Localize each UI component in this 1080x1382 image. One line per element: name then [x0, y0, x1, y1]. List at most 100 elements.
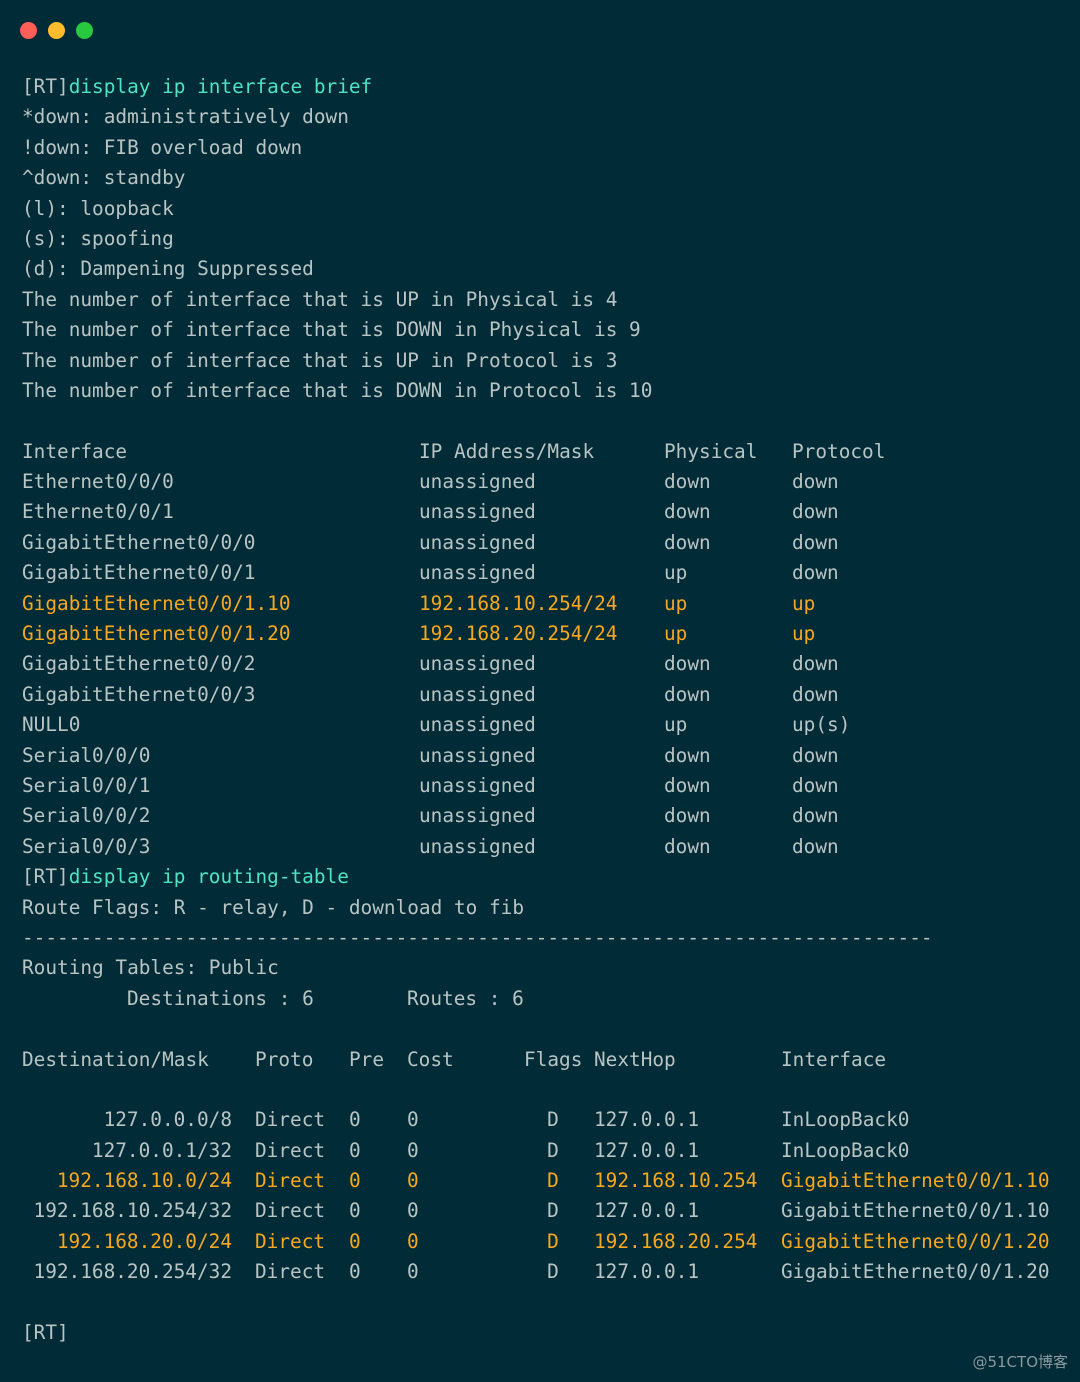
legend-line: (s): spoofing	[22, 226, 174, 250]
route-cell-proto: Direct	[255, 1108, 326, 1132]
route-cell-interface: InLoopBack0	[781, 1138, 910, 1162]
iface-cell-protocol: down	[792, 773, 839, 797]
legend-line: ^down: standby	[22, 166, 186, 190]
route-cell-cost: 0	[407, 1169, 419, 1193]
iface-table-row: GigabitEthernet0/0/1 unassigned up down	[22, 558, 1062, 588]
route-cell-nexthop: 127.0.0.1	[594, 1138, 700, 1162]
iface-table-row: Ethernet0/0/0 unassigned down down	[22, 467, 1062, 497]
iface-table-row: Serial0/0/1 unassigned down down	[22, 771, 1062, 801]
route-cell-pre: 0	[349, 1199, 361, 1223]
iface-cell-physical: down	[664, 834, 711, 858]
iface-cell-physical: down	[664, 773, 711, 797]
route-cell-cost: 0	[407, 1108, 419, 1132]
iface-cell-ip: unassigned	[419, 530, 536, 554]
route-cell-nexthop: 192.168.20.254	[594, 1229, 758, 1253]
maximize-window-button[interactable]	[76, 22, 93, 39]
route-header-cost: Cost	[407, 1047, 454, 1071]
iface-cell-physical: up	[664, 561, 688, 585]
legend-line: The number of interface that is UP in Ph…	[22, 287, 618, 311]
separator-line: ----------------------------------------…	[22, 925, 933, 949]
iface-cell-interface: GigabitEthernet0/0/1.20	[22, 622, 291, 646]
iface-table-row: Serial0/0/0 unassigned down down	[22, 741, 1062, 771]
close-window-button[interactable]	[20, 22, 37, 39]
route-table-row: 127.0.0.0/8 Direct 0 0 D 127.0.0.1 InLoopBack0	[22, 1105, 1062, 1135]
iface-cell-ip: unassigned	[419, 773, 536, 797]
iface-cell-protocol: down	[792, 743, 839, 767]
route-cell-pre: 0	[349, 1138, 361, 1162]
final-prompt: [RT]	[22, 1321, 69, 1345]
window-controls	[20, 22, 93, 39]
iface-table-row: GigabitEthernet0/0/2 unassigned down down	[22, 649, 1062, 679]
legend-line: (l): loopback	[22, 196, 174, 220]
iface-table-row: Serial0/0/3 unassigned down down	[22, 832, 1062, 862]
iface-header-interface: Interface	[22, 439, 128, 463]
route-header-proto: Proto	[255, 1047, 314, 1071]
route-cell-destination: 192.168.10.254/32	[33, 1199, 232, 1223]
iface-table-row: Ethernet0/0/1 unassigned down down	[22, 497, 1062, 527]
iface-table-row: Serial0/0/2 unassigned down down	[22, 801, 1062, 831]
iface-cell-interface: Serial0/0/1	[22, 773, 151, 797]
route-cell-proto: Direct	[255, 1260, 326, 1284]
route-cell-cost: 0	[407, 1229, 419, 1253]
iface-table-row: NULL0 unassigned up up(s)	[22, 710, 1062, 740]
iface-cell-protocol: down	[792, 652, 839, 676]
iface-header-physical: Physical	[664, 439, 758, 463]
route-cell-pre: 0	[349, 1260, 361, 1284]
routes-count: Routes : 6	[407, 986, 524, 1010]
route-cell-proto: Direct	[255, 1138, 326, 1162]
destinations-routes-line: Destinations : 6 Routes : 6	[22, 984, 1062, 1014]
iface-cell-protocol: down	[792, 470, 839, 494]
iface-cell-physical: down	[664, 500, 711, 524]
iface-cell-protocol: down	[792, 530, 839, 554]
route-table-row: 192.168.10.0/24 Direct 0 0 D 192.168.10.254 Gi…	[22, 1166, 1062, 1196]
iface-cell-physical: down	[664, 804, 711, 828]
iface-cell-ip: 192.168.10.254/24	[419, 591, 618, 615]
route-cell-flags: D	[547, 1260, 559, 1284]
iface-cell-ip: unassigned	[419, 713, 536, 737]
route-table-row: 127.0.0.1/32 Direct 0 0 D 127.0.0.1 InLoopBack…	[22, 1136, 1062, 1166]
iface-cell-ip: unassigned	[419, 743, 536, 767]
route-cell-flags: D	[547, 1169, 559, 1193]
minimize-window-button[interactable]	[48, 22, 65, 39]
route-table-header: Destination/Mask Proto Pre Cost Flags Ne…	[22, 1045, 1062, 1075]
legend-line: The number of interface that is DOWN in …	[22, 318, 641, 342]
iface-cell-interface: GigabitEthernet0/0/1.10	[22, 591, 291, 615]
route-cell-flags: D	[547, 1138, 559, 1162]
iface-cell-interface: GigabitEthernet0/0/2	[22, 652, 256, 676]
route-cell-destination: 192.168.20.254/32	[33, 1260, 232, 1284]
iface-cell-protocol: up(s)	[792, 713, 851, 737]
iface-cell-ip: unassigned	[419, 470, 536, 494]
iface-cell-protocol: down	[792, 500, 839, 524]
route-cell-interface: InLoopBack0	[781, 1108, 910, 1132]
iface-cell-ip: 192.168.20.254/24	[419, 622, 618, 646]
command-line-1: [RT]display ip interface brief	[22, 72, 1062, 102]
route-cell-pre: 0	[349, 1169, 361, 1193]
iface-header-ip: IP Address/Mask	[419, 439, 595, 463]
route-table-row: 192.168.20.254/32 Direct 0 0 D 127.0.0.1 Gigab…	[22, 1257, 1062, 1287]
iface-cell-ip: unassigned	[419, 561, 536, 585]
iface-cell-physical: down	[664, 682, 711, 706]
route-cell-nexthop: 127.0.0.1	[594, 1199, 700, 1223]
route-cell-flags: D	[547, 1199, 559, 1223]
route-table-body: 127.0.0.0/8 Direct 0 0 D 127.0.0.1 InLoopBack0…	[22, 1105, 1062, 1287]
iface-cell-ip: unassigned	[419, 652, 536, 676]
route-cell-nexthop: 127.0.0.1	[594, 1260, 700, 1284]
terminal-output[interactable]: [RT]display ip interface brief *down: ad…	[22, 72, 1062, 1348]
iface-cell-ip: unassigned	[419, 500, 536, 524]
command-line-2: [RT]display ip routing-table	[22, 862, 1062, 892]
iface-cell-physical: down	[664, 652, 711, 676]
route-cell-interface: GigabitEthernet0/0/1.20	[781, 1229, 1050, 1253]
route-cell-cost: 0	[407, 1199, 419, 1223]
route-cell-pre: 0	[349, 1108, 361, 1132]
route-cell-destination: 192.168.10.0/24	[56, 1169, 232, 1193]
route-header-nexthop: NextHop	[594, 1047, 676, 1071]
route-cell-destination: 192.168.20.0/24	[56, 1229, 232, 1253]
route-cell-proto: Direct	[255, 1169, 326, 1193]
iface-cell-physical: up	[664, 622, 688, 646]
iface-cell-protocol: down	[792, 682, 839, 706]
legend-line: (d): Dampening Suppressed	[22, 257, 314, 281]
routing-tables-line: Routing Tables: Public	[22, 956, 279, 980]
route-header-pre: Pre	[349, 1047, 385, 1071]
route-cell-nexthop: 127.0.0.1	[594, 1108, 700, 1132]
route-cell-flags: D	[547, 1229, 559, 1253]
